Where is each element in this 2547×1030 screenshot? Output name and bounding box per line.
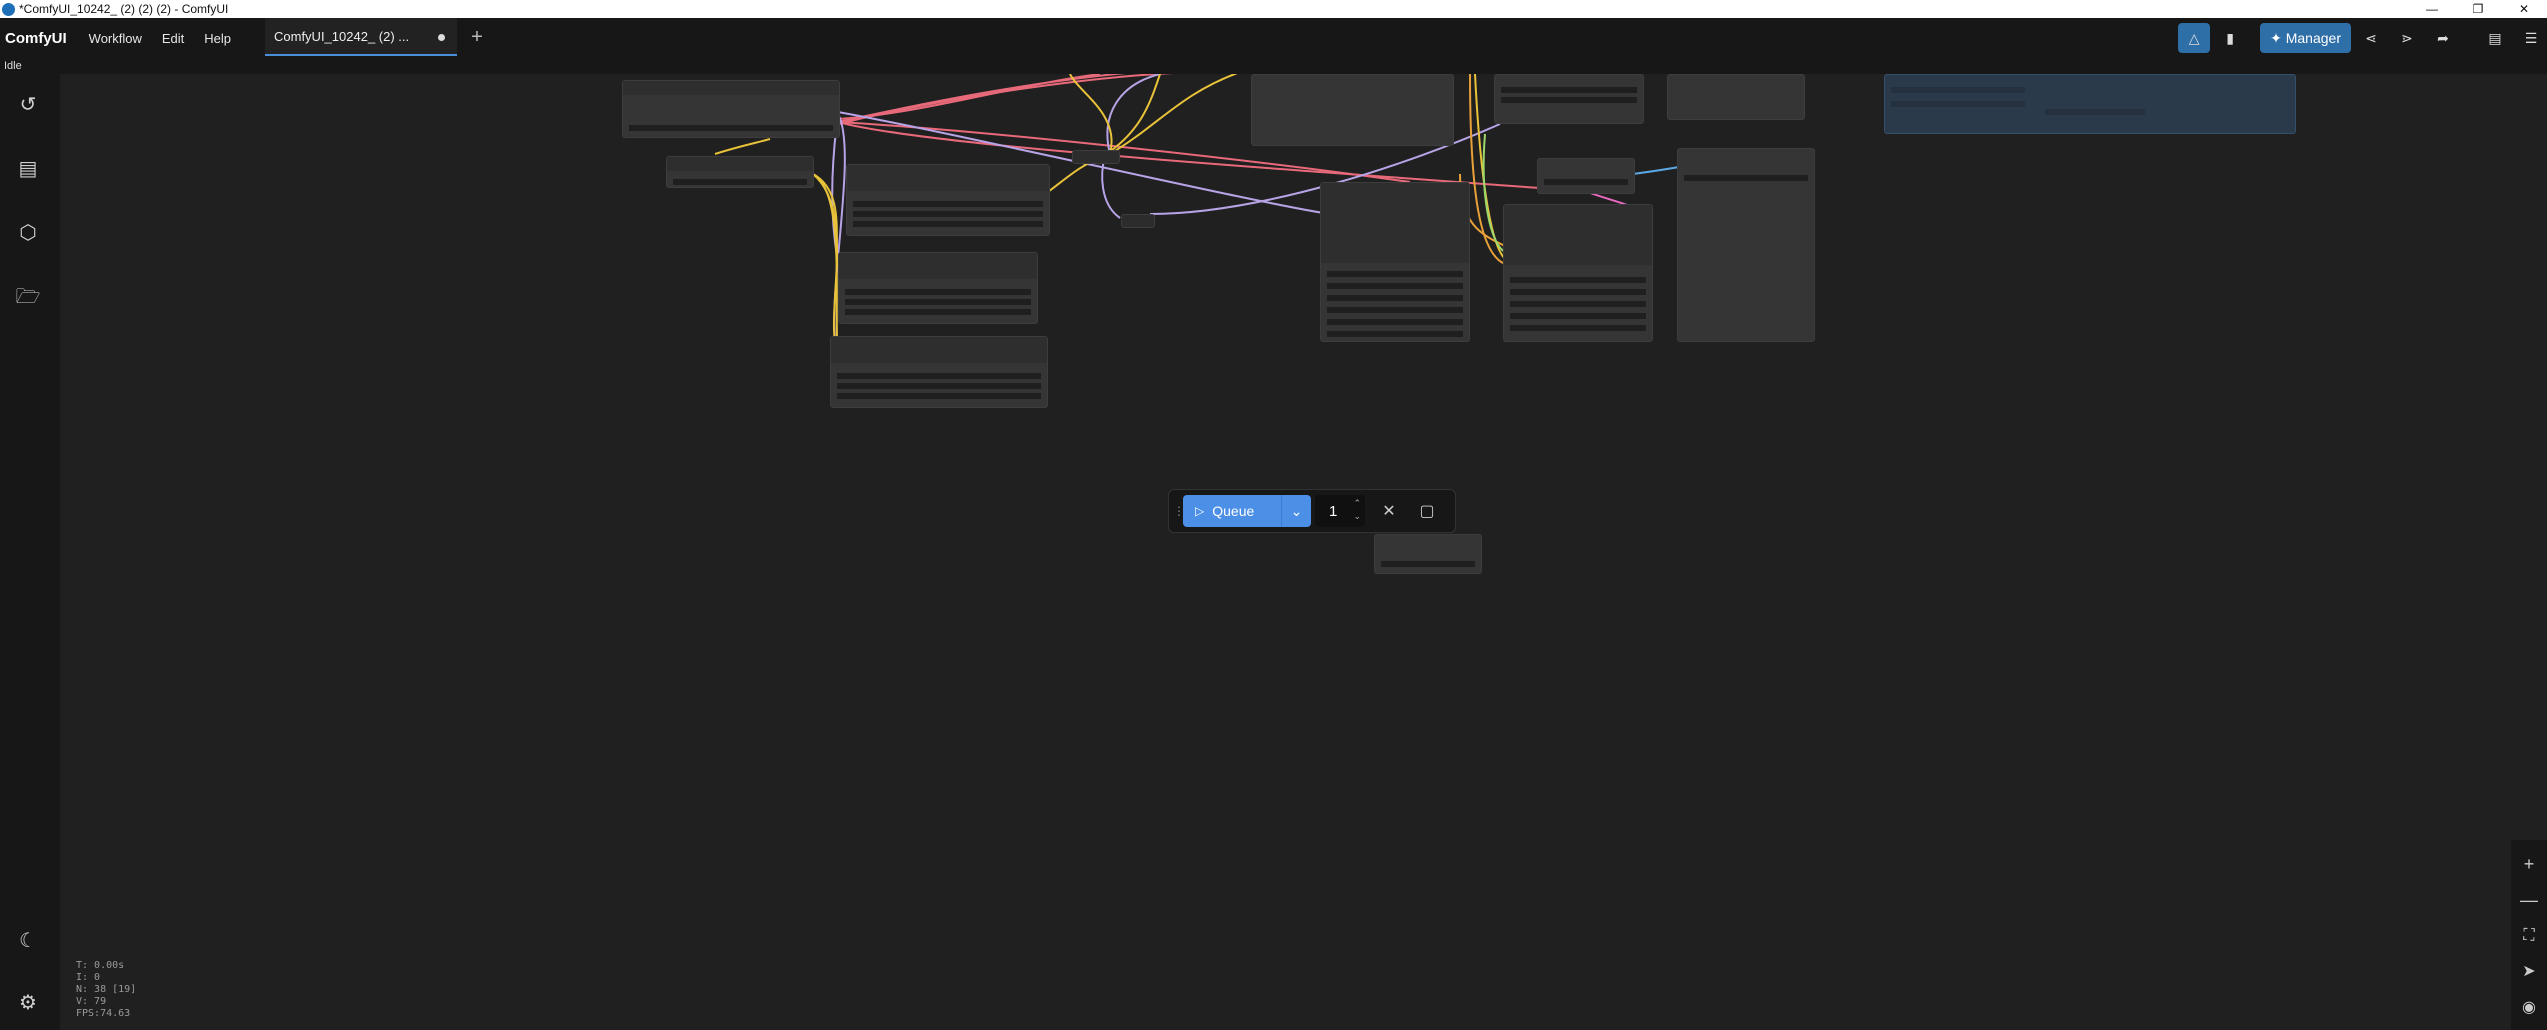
window-title: *ComfyUI_10242_ (2) (2) (2) - ComfyUI — [19, 2, 229, 16]
add-tab-icon[interactable]: + — [466, 26, 488, 48]
graph-node[interactable] — [830, 336, 1048, 408]
graph-node[interactable] — [622, 80, 840, 138]
left-sidebar: ↺ ▤ ⬡ 🗁 ☾ ⚙ — [0, 74, 60, 1030]
restore-icon[interactable]: ❐ — [2455, 0, 2501, 18]
brand-logo[interactable]: ComfyUI — [5, 30, 67, 47]
graph-node[interactable] — [1677, 148, 1815, 342]
stop-icon[interactable]: ▢ — [1413, 497, 1441, 525]
menu-edit[interactable]: Edit — [152, 31, 194, 46]
panel-toggle-icon[interactable]: ▤ — [2479, 23, 2511, 53]
batch-count-input[interactable]: 1 ⌃ ⌄ — [1315, 495, 1365, 527]
unsaved-dot-icon[interactable] — [438, 34, 445, 41]
folder-open-icon[interactable]: 🗁 — [13, 282, 43, 312]
top-right-toolbar: △ ▮ ✦ Manager ⋖ ⋗ ➦ ▤ ☰ — [2174, 18, 2547, 58]
model-a-icon[interactable]: ⋖ — [2355, 23, 2387, 53]
reroute-node[interactable] — [1072, 150, 1120, 164]
document-icon[interactable]: ▤ — [13, 154, 43, 184]
queue-toolbar: ⋮ ▷ Queue ⌄ 1 ⌃ ⌄ ✕ ▢ — [1168, 489, 1456, 533]
close-icon[interactable]: ✕ — [2501, 0, 2547, 18]
render-stats: T: 0.00s I: 0 N: 38 [19] V: 79 FPS:74.63 — [76, 960, 136, 1020]
menu-help[interactable]: Help — [194, 31, 241, 46]
play-icon: ▷ — [1195, 504, 1205, 518]
model-b-icon[interactable]: ⋗ — [2391, 23, 2423, 53]
zoom-out-icon[interactable]: — — [2517, 888, 2541, 912]
stepper-icon[interactable]: ⌃ ⌄ — [1353, 497, 1361, 523]
window-titlebar: *ComfyUI_10242_ (2) (2) (2) - ComfyUI — … — [0, 0, 2547, 18]
cancel-icon[interactable]: ✕ — [1375, 497, 1403, 525]
drag-handle-icon[interactable]: ⋮ — [1173, 504, 1185, 518]
stat-nodes: N: 38 [19] — [76, 984, 137, 995]
app-menubar: ComfyUI Workflow Edit Help ComfyUI_10242… — [0, 18, 2547, 58]
stat-fps: FPS:74.63 — [76, 1008, 131, 1019]
canvas-controls: + — ⛶ ➤ ◉ — [2511, 840, 2547, 1030]
share-icon[interactable]: ➦ — [2427, 23, 2459, 53]
bookmark-icon[interactable]: ▮ — [2214, 23, 2246, 53]
canvas-mode-icon[interactable]: △ — [2178, 23, 2211, 53]
manager-button[interactable]: ✦ Manager — [2260, 23, 2351, 53]
puzzle-icon: ✦ — [2270, 29, 2286, 46]
graph-node[interactable] — [1667, 74, 1805, 120]
stat-time: T: 0.00s — [76, 960, 125, 971]
fit-view-icon[interactable]: ⛶ — [2517, 924, 2541, 948]
stat-i: I: 0 — [76, 972, 101, 983]
chevron-down-icon[interactable]: ⌄ — [1281, 495, 1311, 527]
graph-node[interactable] — [1494, 74, 1644, 124]
graph-node[interactable] — [838, 252, 1038, 324]
cube-icon[interactable]: ⬡ — [13, 218, 43, 248]
graph-node[interactable] — [1503, 204, 1653, 342]
app-logo-icon — [2, 2, 15, 16]
graph-node[interactable] — [846, 164, 1050, 236]
moon-icon[interactable]: ☾ — [13, 926, 43, 956]
minimize-icon[interactable]: — — [2409, 0, 2455, 18]
gear-icon[interactable]: ⚙ — [13, 988, 43, 1018]
graph-canvas[interactable] — [60, 74, 2547, 1030]
queue-button[interactable]: ▷ Queue ⌄ — [1183, 495, 1311, 527]
node-links — [714, 74, 1721, 365]
hamburger-menu-icon[interactable]: ☰ — [2515, 23, 2547, 53]
status-text: Idle — [0, 58, 2547, 74]
batch-count-value: 1 — [1329, 502, 1338, 520]
select-mode-icon[interactable]: ➤ — [2517, 960, 2541, 984]
graph-node[interactable] — [1374, 534, 1482, 574]
menu-workflow[interactable]: Workflow — [79, 31, 152, 46]
graph-node[interactable] — [666, 156, 814, 188]
reroute-node[interactable] — [1121, 214, 1155, 228]
group-node[interactable] — [1884, 74, 2296, 134]
workflow-tab-label: ComfyUI_10242_ (2) ... — [274, 28, 410, 44]
graph-node[interactable] — [1320, 182, 1470, 342]
workflow-tab[interactable]: ComfyUI_10242_ (2) ... — [265, 18, 457, 56]
eye-icon[interactable]: ◉ — [2517, 996, 2541, 1020]
window-controls: — ❐ ✕ — [2409, 0, 2547, 18]
stat-v: V: 79 — [76, 996, 107, 1007]
manager-label: Manager — [2285, 30, 2341, 46]
queue-label: Queue — [1212, 503, 1255, 519]
history-icon[interactable]: ↺ — [13, 90, 43, 120]
zoom-in-icon[interactable]: + — [2517, 852, 2541, 876]
graph-node[interactable] — [1537, 158, 1635, 194]
graph-node[interactable] — [1251, 74, 1454, 146]
